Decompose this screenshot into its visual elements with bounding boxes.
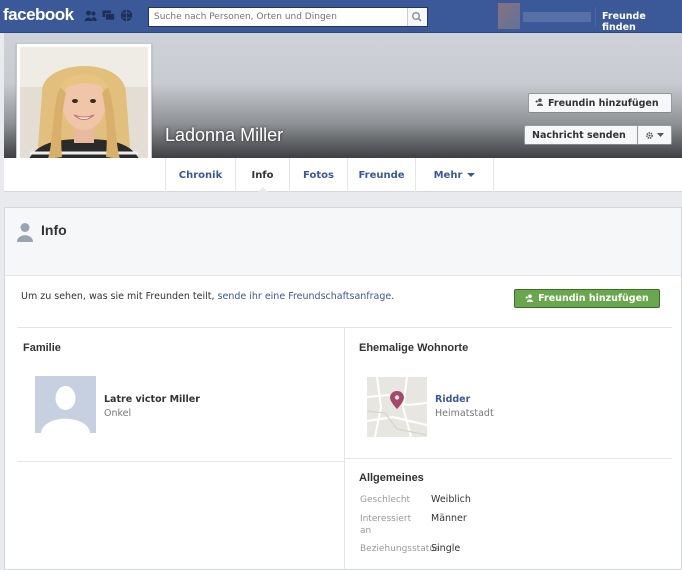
search-box [148,7,428,27]
place-type: Heimatstadt [435,408,494,419]
places-title: Ehemalige Wohnorte [359,342,469,354]
general-title: Allgemeines [359,472,424,484]
relationship-status-value: Single [431,543,461,554]
info-header: Info [5,208,681,276]
user-avatar[interactable] [498,3,520,29]
tab-freunde[interactable]: Freunde [348,158,416,192]
map-thumbnail[interactable] [367,377,427,437]
interested-in-value: Männer [431,513,467,524]
find-friends-link[interactable]: Freunde finden [602,11,682,33]
jewel-icons [84,9,133,22]
profile-tabs: Chronik Info Fotos Freunde Mehr [165,158,494,193]
send-message-label: Nachricht senden [532,129,626,141]
info-panel: Info Um zu sehen, was sie mit Freunden t… [4,207,682,570]
search-button[interactable] [407,8,427,26]
add-friend-button[interactable]: Freundin hinzufügen [528,93,672,113]
facebook-logo[interactable]: facebook [3,5,74,25]
profile-name[interactable]: Ladonna Miller [165,125,283,146]
divider [17,461,344,462]
tab-fotos[interactable]: Fotos [290,158,348,192]
divider [595,7,596,27]
gender-value: Weiblich [431,494,471,505]
family-title: Familie [23,342,61,354]
tab-info[interactable]: Info [236,158,290,193]
messages-icon[interactable] [102,9,115,22]
divider [345,458,672,459]
send-friend-request-link[interactable]: sende ihr eine Freundschaftsanfrage [218,291,392,302]
add-friend-green-label: Freundin hinzufügen [538,293,649,304]
friend-requests-icon[interactable] [84,9,97,22]
user-name-link[interactable] [523,12,591,22]
profile-photo-image [20,47,148,175]
family-member-avatar[interactable] [35,376,96,433]
family-member-relation: Onkel [104,408,132,419]
add-friend-green-button[interactable]: Freundin hinzufügen [514,289,660,308]
interested-in-label: Interessiert an [360,514,412,536]
relationship-status-label: Beziehungsstatus [360,544,440,554]
chevron-down-icon [467,173,476,177]
notifications-icon[interactable] [120,9,133,22]
settings-dropdown-button[interactable] [637,125,672,145]
tab-chronik[interactable]: Chronik [166,158,236,192]
chevron-down-icon [657,132,664,137]
gear-icon [646,131,653,139]
add-friend-icon [525,293,535,304]
family-member-name[interactable]: Latre victor Miller [104,394,200,405]
gender-label: Geschlecht [360,495,411,505]
tab-mehr[interactable]: Mehr [416,158,494,192]
send-message-button[interactable]: Nachricht senden [524,125,638,145]
search-icon [411,11,422,22]
search-input[interactable] [149,8,407,26]
friend-request-notice: Um zu sehen, was sie mit Freunden teilt,… [21,291,395,302]
top-bar: facebook Freunde finden [0,0,682,33]
person-icon [16,222,34,245]
column-divider [344,328,345,570]
place-name-link[interactable]: Ridder [435,394,470,405]
add-friend-label: Freundin hinzufügen [548,97,659,109]
info-title: Info [41,222,67,238]
add-friend-icon [535,98,545,108]
